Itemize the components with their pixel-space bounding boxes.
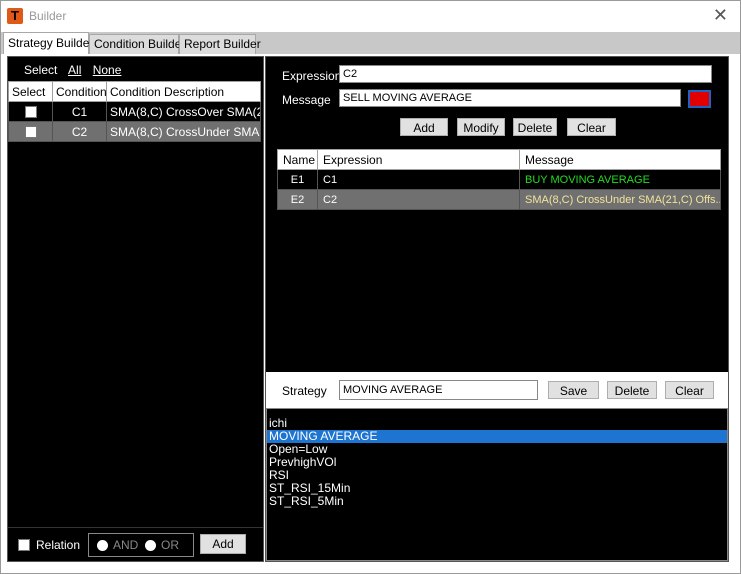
modify-expression-button[interactable]: Modify [457,118,505,136]
condition-cell: C2 [52,121,107,142]
or-radio[interactable] [145,540,156,551]
message-color-picker[interactable] [688,90,711,108]
column-header-condition[interactable]: Condition [52,81,107,102]
list-item[interactable]: MOVING AVERAGE [267,430,727,443]
name-cell: E1 [277,169,318,190]
column-header-message[interactable]: Message [519,149,721,170]
row-checkbox[interactable] [24,126,37,139]
tab-condition-builder[interactable]: Condition Builder [89,34,185,54]
clear-strategy-button[interactable]: Clear [665,381,714,399]
select-cell[interactable] [8,121,53,142]
strategy-list[interactable]: ichi MOVING AVERAGE Open=Low PrevhighVOl… [266,408,728,561]
table-row[interactable]: C2 SMA(8,C) CrossUnder SMA(2... [8,121,261,142]
message-input[interactable]: SELL MOVING AVERAGE [339,89,681,107]
relation-label: Relation [36,538,81,552]
add-relation-button[interactable]: Add [200,534,246,554]
expression-input[interactable]: C2 [339,65,712,83]
select-all-link[interactable]: All [68,63,81,77]
builder-window: T Builder ✕ Strategy Builder Condition B… [0,0,741,574]
select-label: Select [24,63,58,77]
description-cell: SMA(8,C) CrossUnder SMA(2... [106,121,261,142]
condition-grid: Select Condition Condition Description C… [8,81,261,142]
select-row: Select All None [24,63,129,77]
tab-strategy-builder[interactable]: Strategy Builder [3,32,93,54]
table-row[interactable]: E1 C1 BUY MOVING AVERAGE [277,169,721,190]
tab-report-builder[interactable]: Report Builder [179,34,261,54]
message-label: Message [282,93,331,107]
expression-cell: C1 [317,169,520,190]
relation-bar: Relation AND OR Add [8,527,263,561]
tab-strip: Strategy Builder Condition Builder Repor… [1,32,740,54]
strategy-builder-panel: Select All None Select Condition Conditi… [3,54,738,567]
strategy-input[interactable]: MOVING AVERAGE [339,380,538,400]
select-cell[interactable] [8,101,53,122]
relation-checkbox[interactable] [18,539,30,551]
column-header-name[interactable]: Name [277,149,318,170]
list-item[interactable]: PrevhighVOl [267,456,727,469]
row-checkbox[interactable] [24,106,37,119]
relation-radio-group: AND OR [88,533,194,557]
expression-panel: Expression C2 Message SELL MOVING AVERAG… [265,56,729,562]
window-title: Builder [29,9,67,23]
and-label: AND [113,538,139,552]
list-item[interactable]: Open=Low [267,443,727,456]
list-item[interactable]: ST_RSI_5Min [267,495,727,508]
select-none-link[interactable]: None [93,63,122,77]
delete-expression-button[interactable]: Delete [513,118,557,136]
strategy-label: Strategy [282,384,327,398]
table-row[interactable]: C1 SMA(8,C) CrossOver SMA(20... [8,101,261,122]
clear-expression-button[interactable]: Clear [567,118,616,136]
delete-strategy-button[interactable]: Delete [607,381,657,399]
message-cell: SMA(8,C) CrossUnder SMA(21,C) Offs... [519,189,721,210]
expression-cell: C2 [317,189,520,210]
column-header-expression[interactable]: Expression [317,149,520,170]
expression-grid: Name Expression Message E1 C1 BUY MOVING… [277,149,721,210]
column-header-condition-description[interactable]: Condition Description [106,81,261,102]
close-icon[interactable]: ✕ [713,5,728,26]
expression-label: Expression [282,69,342,83]
app-logo-icon: T [7,8,23,24]
column-header-select[interactable]: Select [8,81,53,102]
name-cell: E2 [277,189,318,210]
save-strategy-button[interactable]: Save [548,381,599,399]
table-row[interactable]: E2 C2 SMA(8,C) CrossUnder SMA(21,C) Offs… [277,189,721,210]
condition-cell: C1 [52,101,107,122]
message-cell: BUY MOVING AVERAGE [519,169,721,190]
strategy-bar: Strategy MOVING AVERAGE Save Delete Clea… [266,372,728,408]
add-expression-button[interactable]: Add [400,118,448,136]
condition-panel: Select All None Select Condition Conditi… [7,56,264,562]
and-radio[interactable] [97,540,108,551]
description-cell: SMA(8,C) CrossOver SMA(20... [106,101,261,122]
or-label: OR [161,538,179,552]
title-bar: T Builder ✕ [1,1,740,31]
